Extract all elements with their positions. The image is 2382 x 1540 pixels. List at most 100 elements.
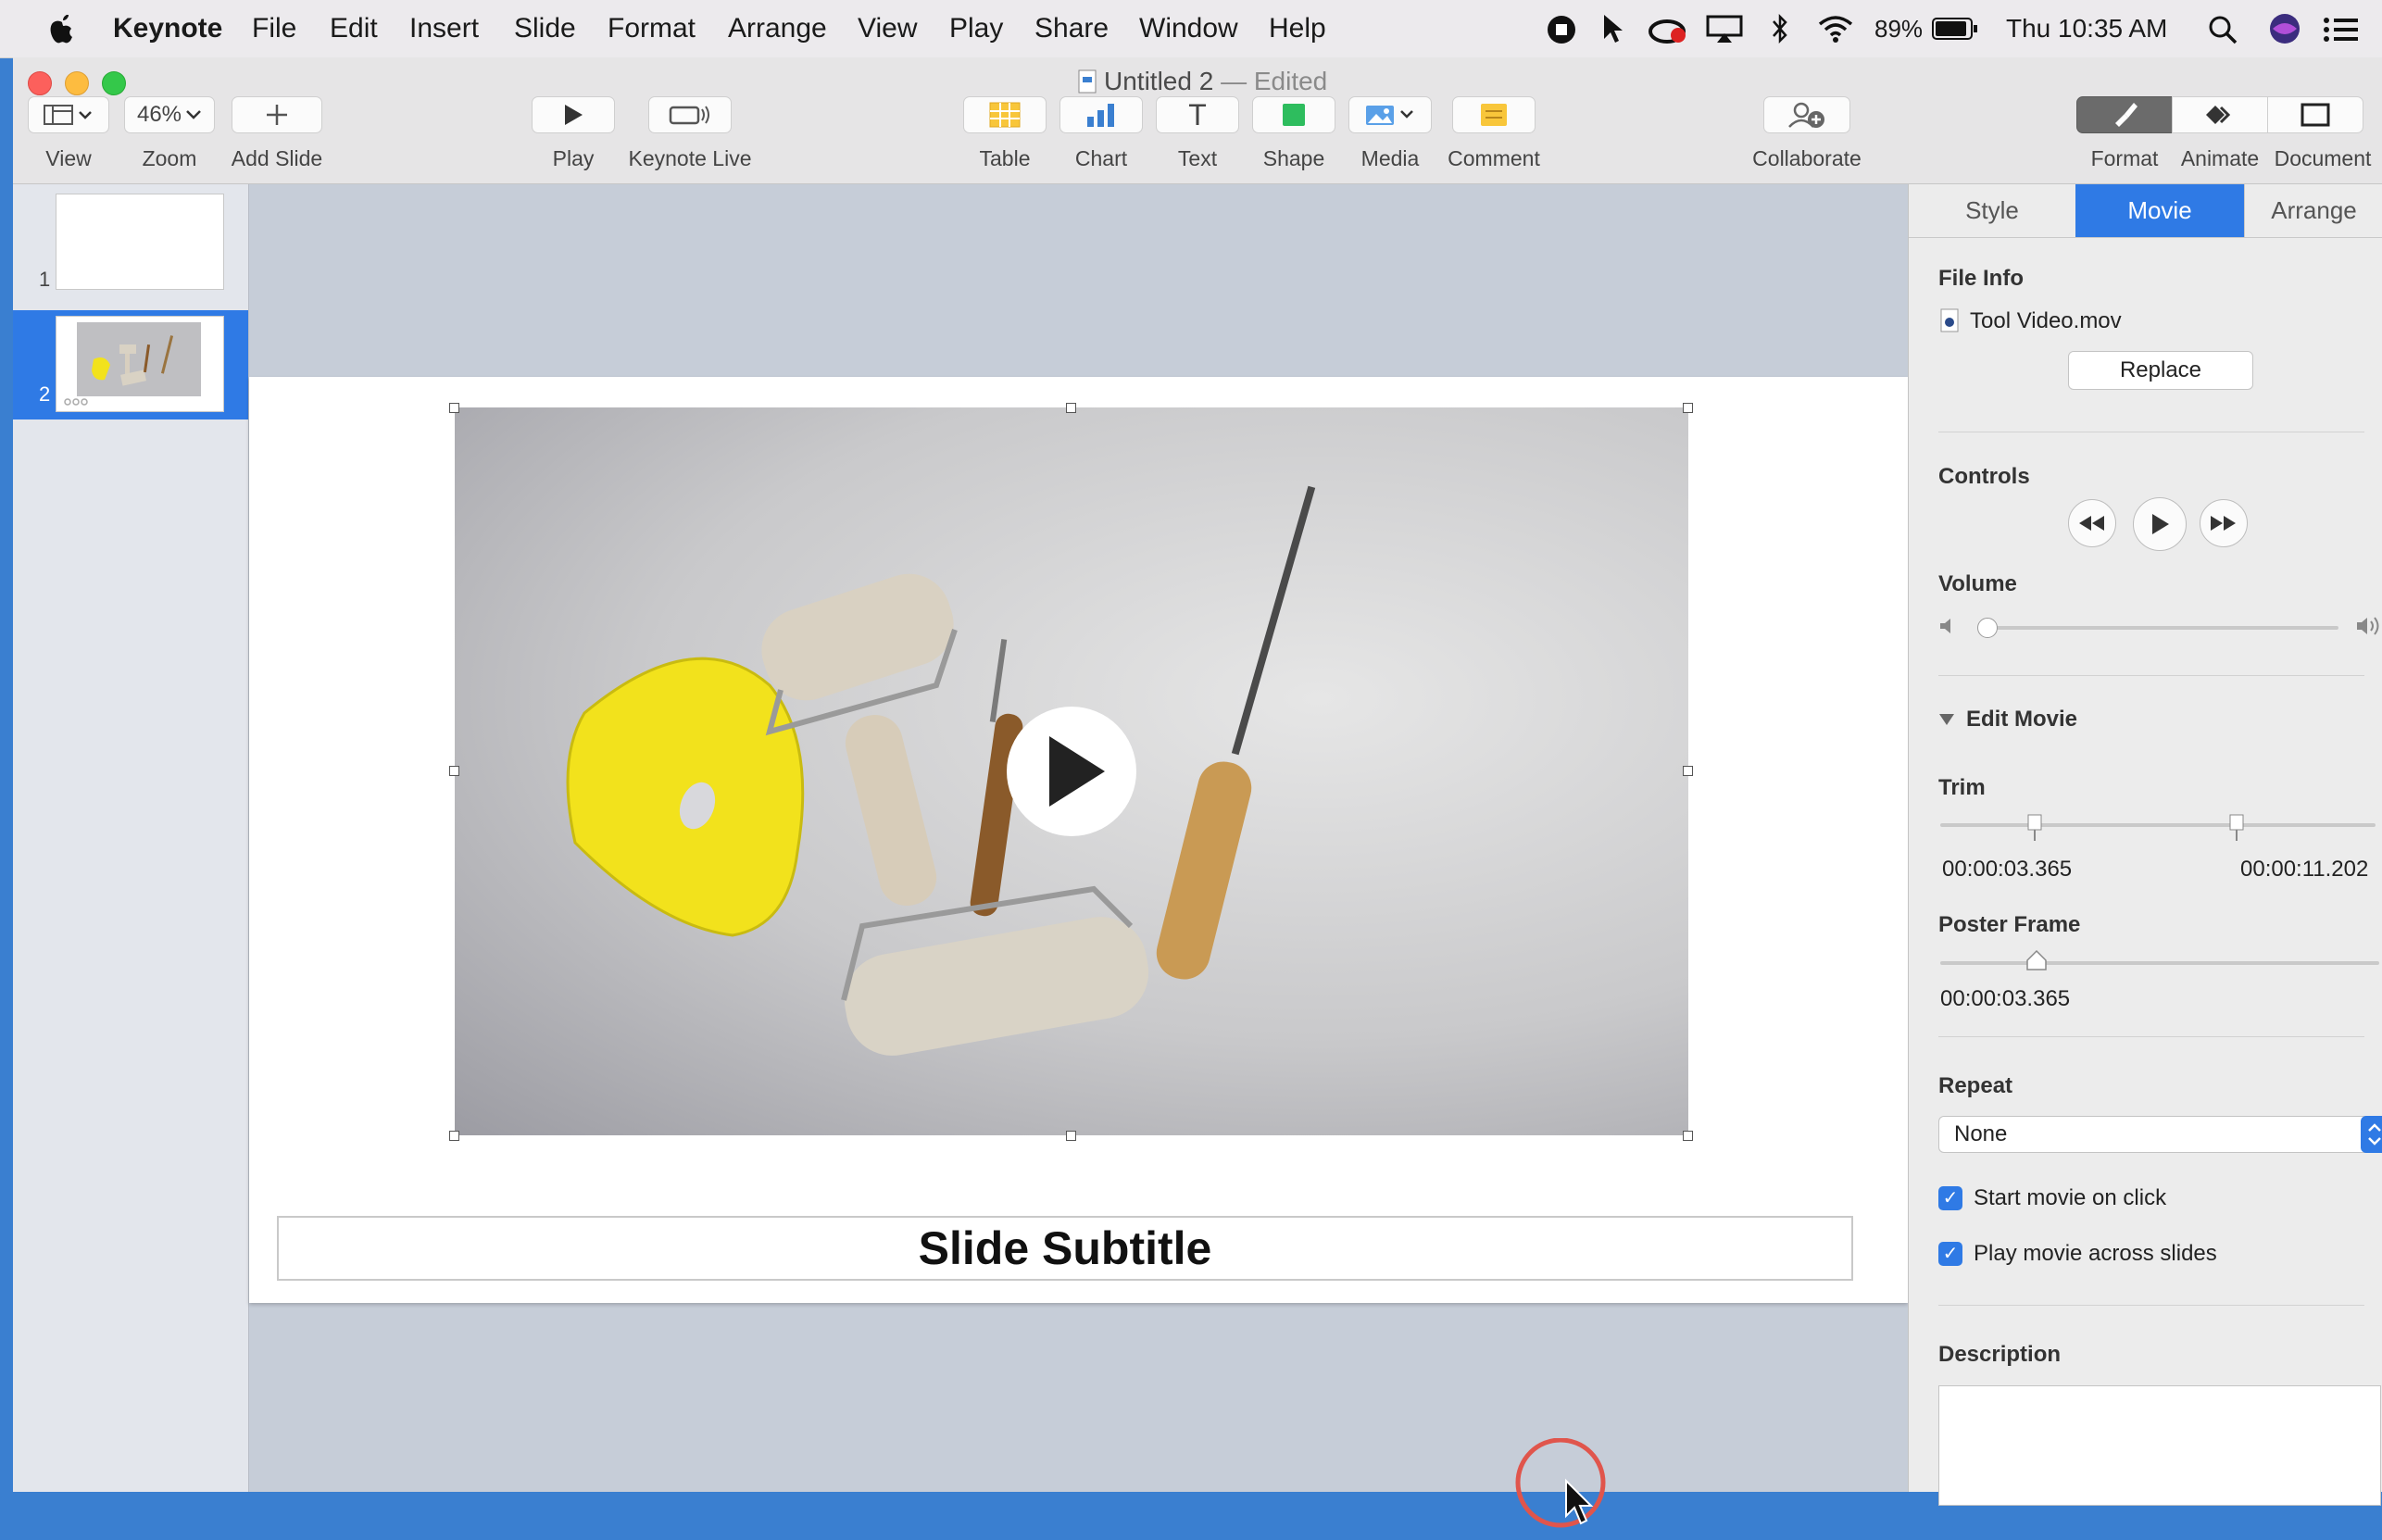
collaborate-button[interactable] (1763, 96, 1850, 133)
text-button[interactable]: T (1156, 96, 1239, 133)
animate-label: Animate (2180, 146, 2260, 170)
selection-handle-r[interactable] (1683, 766, 1693, 776)
start-on-click-checkbox[interactable]: ✓ (1938, 1186, 1962, 1210)
play-button[interactable] (532, 96, 615, 133)
shape-button[interactable] (1252, 96, 1335, 133)
movie-file-name: Tool Video.mov (1970, 308, 2122, 333)
selection-handle-l[interactable] (449, 766, 459, 776)
rewind-button[interactable] (2068, 499, 2116, 547)
add-slide-button[interactable] (232, 96, 322, 133)
selection-handle-tr[interactable] (1683, 403, 1693, 413)
chevron-down-icon (186, 110, 201, 119)
apple-icon[interactable] (48, 13, 76, 44)
format-button[interactable] (2076, 96, 2173, 133)
siri-icon[interactable] (2269, 13, 2301, 44)
play-across-slides-label[interactable]: Play movie across slides (1974, 1241, 2217, 1267)
edit-movie-heading[interactable]: Edit Movie (1966, 707, 2077, 732)
battery-percent: 89% (1874, 15, 1924, 43)
menu-help[interactable]: Help (1269, 13, 1326, 44)
text-icon: T (1188, 97, 1207, 131)
plus-icon (267, 105, 287, 125)
disclosure-triangle-icon[interactable] (1938, 712, 1955, 727)
slide-navigator: 1 2 (13, 184, 249, 1492)
slide-thumbnail-1[interactable] (56, 194, 224, 290)
slide-thumbnail-2[interactable] (56, 316, 224, 412)
menu-file[interactable]: File (252, 13, 296, 44)
trim-end-handle[interactable] (2229, 814, 2244, 842)
selection-handle-tl[interactable] (449, 403, 459, 413)
slide-canvas[interactable]: Slide Subtitle (249, 184, 1908, 1528)
menu-edit[interactable]: Edit (330, 13, 378, 44)
wifi-icon[interactable] (1817, 15, 1854, 43)
play-label: Play (552, 146, 595, 170)
comment-label: Comment (1448, 146, 1540, 170)
menu-view[interactable]: View (858, 13, 917, 44)
trim-slider[interactable] (1940, 823, 2376, 827)
popup-arrows-icon (2361, 1116, 2382, 1153)
record-stop-icon[interactable] (1547, 15, 1576, 44)
trim-start-time: 00:00:03.365 (1942, 857, 2073, 882)
minimize-window-button[interactable] (65, 71, 89, 95)
selection-handle-br[interactable] (1683, 1131, 1693, 1141)
comment-note-icon (1481, 104, 1507, 126)
comment-button[interactable] (1452, 96, 1536, 133)
document-button[interactable] (2267, 96, 2363, 133)
poster-frame-slider[interactable] (1940, 961, 2379, 965)
menu-play[interactable]: Play (949, 13, 1003, 44)
selection-handle-b[interactable] (1066, 1131, 1076, 1141)
notification-center-icon[interactable] (2323, 17, 2360, 43)
start-on-click-label[interactable]: Start movie on click (1974, 1185, 2166, 1211)
selection-handle-t[interactable] (1066, 403, 1076, 413)
movie-play-button[interactable] (2133, 497, 2187, 551)
fast-forward-icon (2211, 516, 2236, 531)
trim-heading: Trim (1938, 775, 1986, 800)
play-across-slides-checkbox[interactable]: ✓ (1938, 1242, 1962, 1266)
selection-handle-bl[interactable] (449, 1131, 459, 1141)
view-label: View (45, 146, 92, 170)
battery-icon[interactable] (1932, 17, 1978, 41)
tab-movie[interactable]: Movie (2075, 184, 2244, 238)
volume-high-icon (2357, 617, 2379, 635)
volume-slider-knob[interactable] (1977, 618, 1998, 638)
airplay-icon[interactable] (1706, 15, 1743, 44)
menu-app-name[interactable]: Keynote (113, 13, 222, 44)
tab-style[interactable]: Style (1909, 184, 2075, 238)
zoom-popup[interactable]: 46% (124, 96, 215, 133)
replace-button[interactable]: Replace (2068, 351, 2253, 390)
movie-file-icon (1940, 308, 1959, 332)
cursor-icon[interactable] (1600, 13, 1624, 44)
repeat-select[interactable]: None (1938, 1116, 2382, 1153)
volume-heading: Volume (1938, 571, 2017, 596)
menu-format[interactable]: Format (608, 13, 696, 44)
close-window-button[interactable] (28, 71, 52, 95)
menu-share[interactable]: Share (1034, 13, 1109, 44)
slide-subtitle[interactable]: Slide Subtitle (277, 1216, 1853, 1281)
media-button[interactable] (1348, 96, 1432, 133)
keynote-live-button[interactable] (648, 96, 732, 133)
tab-arrange[interactable]: Arrange (2244, 184, 2382, 238)
trim-start-handle[interactable] (2027, 814, 2042, 842)
menu-clock[interactable]: Thu 10:35 AM (2006, 14, 2167, 44)
table-button[interactable] (963, 96, 1047, 133)
table-icon (989, 102, 1021, 128)
bluetooth-icon[interactable] (1769, 13, 1791, 44)
description-field[interactable] (1938, 1385, 2381, 1506)
menu-window[interactable]: Window (1139, 13, 1238, 44)
view-button[interactable] (28, 96, 109, 133)
poster-frame-knob[interactable] (2025, 949, 2048, 971)
spotlight-search-icon[interactable] (2208, 15, 2238, 44)
slide[interactable]: Slide Subtitle (249, 377, 1908, 1303)
collaborate-icon (1788, 102, 1824, 128)
volume-slider[interactable] (1987, 626, 2338, 630)
zoom-window-button[interactable] (102, 71, 126, 95)
menu-arrange[interactable]: Arrange (728, 13, 827, 44)
window-title: Untitled 2 — Edited (1078, 67, 1327, 96)
creative-cloud-icon[interactable] (1649, 15, 1687, 44)
chart-button[interactable] (1059, 96, 1143, 133)
fast-forward-button[interactable] (2200, 499, 2248, 547)
poster-frame-time: 00:00:03.365 (1940, 986, 2071, 1011)
menu-slide[interactable]: Slide (514, 13, 576, 44)
animate-button[interactable] (2172, 96, 2268, 133)
menu-insert[interactable]: Insert (409, 13, 479, 44)
movie-object[interactable] (455, 407, 1688, 1135)
